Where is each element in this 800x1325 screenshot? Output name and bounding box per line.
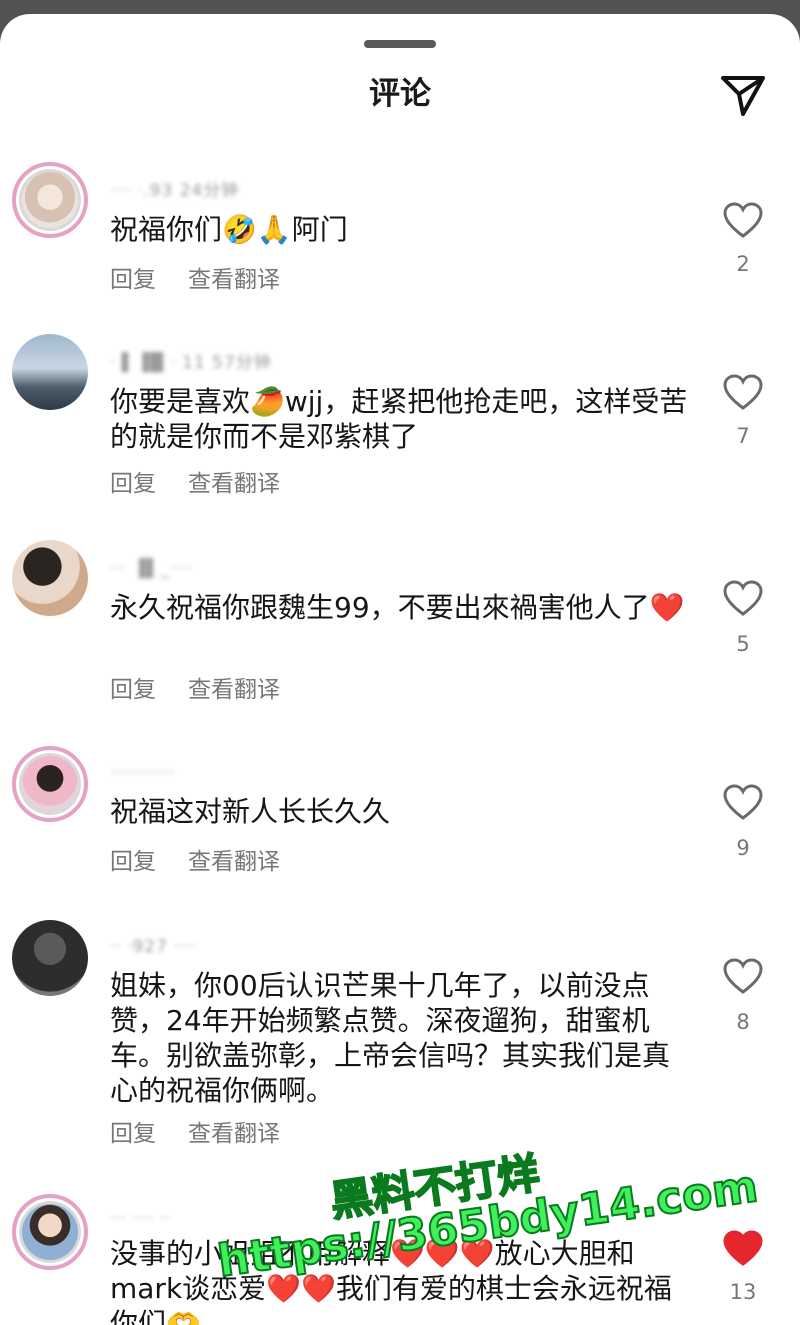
comment-text: 姐妹，你00后认识芒果十几年了，以前没点赞，24年开始频繁点赞。深夜遛狗，甜蜜机…: [110, 969, 671, 1107]
heart-icon[interactable]: [722, 580, 764, 618]
reply-button[interactable]: 回复: [110, 849, 156, 875]
comment-item: ᐧᐧ ᐧ927 ᐧᐧᐧᐧ 姐妹，你00后认识芒果十几年了，以前没点赞，24年开始…: [0, 918, 800, 1148]
heart-icon[interactable]: [722, 1230, 764, 1268]
comments-sheet: 评论 ᐧᐧᐧᐧ ᐧ.93 24分钟 祝福你们🤣🙏阿门 回复 查看翻译 2 ᐧ ▌▐…: [0, 14, 800, 1325]
avatar[interactable]: [12, 334, 88, 410]
comment-actions: 回复 查看翻译: [110, 260, 312, 294]
comment-item: ᐧᐧᐧ ▐▌_ᐧᐧᐧᐧ 永久祝福你跟魏生99，不要出來禍害他人了❤️ 回复 查看翻…: [0, 540, 800, 720]
comment-item: ᐧ ▌▐█ ᐧ 11 57分钟 你要是喜欢🥭wjj，赶紧把他抢走吧，这样受苦的就…: [0, 332, 800, 512]
like-count: 5: [736, 632, 750, 656]
reply-button[interactable]: 回复: [110, 677, 156, 703]
see-translation-button[interactable]: 查看翻译: [188, 677, 280, 703]
heart-icon[interactable]: [722, 202, 764, 240]
comment-username[interactable]: ᐧᐧ ᐧ927 ᐧᐧᐧᐧ: [110, 934, 330, 960]
heart-icon[interactable]: [722, 374, 764, 412]
comment-actions: 回复 查看翻译: [110, 464, 312, 498]
send-icon[interactable]: [718, 70, 768, 120]
heart-icon[interactable]: [722, 784, 764, 822]
comment-username[interactable]: ᐧ ▌▐█ ᐧ 11 57分钟: [110, 350, 330, 376]
comment-item: ᐧᐧᐧᐧᐧᐧᐧᐧᐧᐧᐧᐧ 祝福这对新人长长久久 回复 查看翻译 9: [0, 744, 800, 884]
comment-item: ᐧᐧᐧᐧ ᐧ.93 24分钟 祝福你们🤣🙏阿门 回复 查看翻译 2: [0, 160, 800, 310]
comment-username[interactable]: ᐧᐧᐧᐧ ᐧ.93 24分钟: [110, 178, 330, 204]
comment-text: 祝福你们🤣🙏阿门: [110, 213, 348, 246]
see-translation-button[interactable]: 查看翻译: [188, 471, 280, 497]
comment-actions: 回复 查看翻译: [110, 842, 312, 876]
heart-icon[interactable]: [722, 958, 764, 996]
like-count: 8: [736, 1010, 750, 1034]
avatar[interactable]: [12, 162, 88, 238]
comment-actions: 回复 查看翻译: [110, 670, 312, 704]
like-count: 13: [729, 1280, 757, 1304]
avatar[interactable]: [12, 1194, 88, 1270]
like-count: 9: [736, 836, 750, 860]
reply-button[interactable]: 回复: [110, 1121, 156, 1147]
comment-actions: 回复 查看翻译: [110, 1114, 312, 1148]
comment-username[interactable]: ᐧᐧᐧ ▐▌_ᐧᐧᐧᐧ: [110, 556, 330, 582]
see-translation-button[interactable]: 查看翻译: [188, 849, 280, 875]
see-translation-button[interactable]: 查看翻译: [188, 267, 280, 293]
see-translation-button[interactable]: 查看翻译: [188, 1121, 280, 1147]
reply-button[interactable]: 回复: [110, 267, 156, 293]
drag-handle[interactable]: [364, 40, 436, 48]
reply-button[interactable]: 回复: [110, 471, 156, 497]
comment-text: 你要是喜欢🥭wjj，赶紧把他抢走吧，这样受苦的就是你而不是邓紫棋了: [110, 385, 688, 453]
avatar[interactable]: [12, 746, 88, 822]
comment-text: 永久祝福你跟魏生99，不要出來禍害他人了❤️: [110, 591, 685, 624]
comment-username[interactable]: ᐧᐧᐧᐧᐧᐧᐧᐧᐧᐧᐧᐧ: [110, 760, 330, 786]
comment-text: 祝福这对新人长长久久: [110, 795, 391, 828]
avatar[interactable]: [12, 540, 88, 616]
sheet-title: 评论: [369, 76, 431, 112]
like-count: 7: [736, 424, 750, 448]
avatar[interactable]: [12, 920, 88, 996]
like-count: 2: [736, 252, 750, 276]
